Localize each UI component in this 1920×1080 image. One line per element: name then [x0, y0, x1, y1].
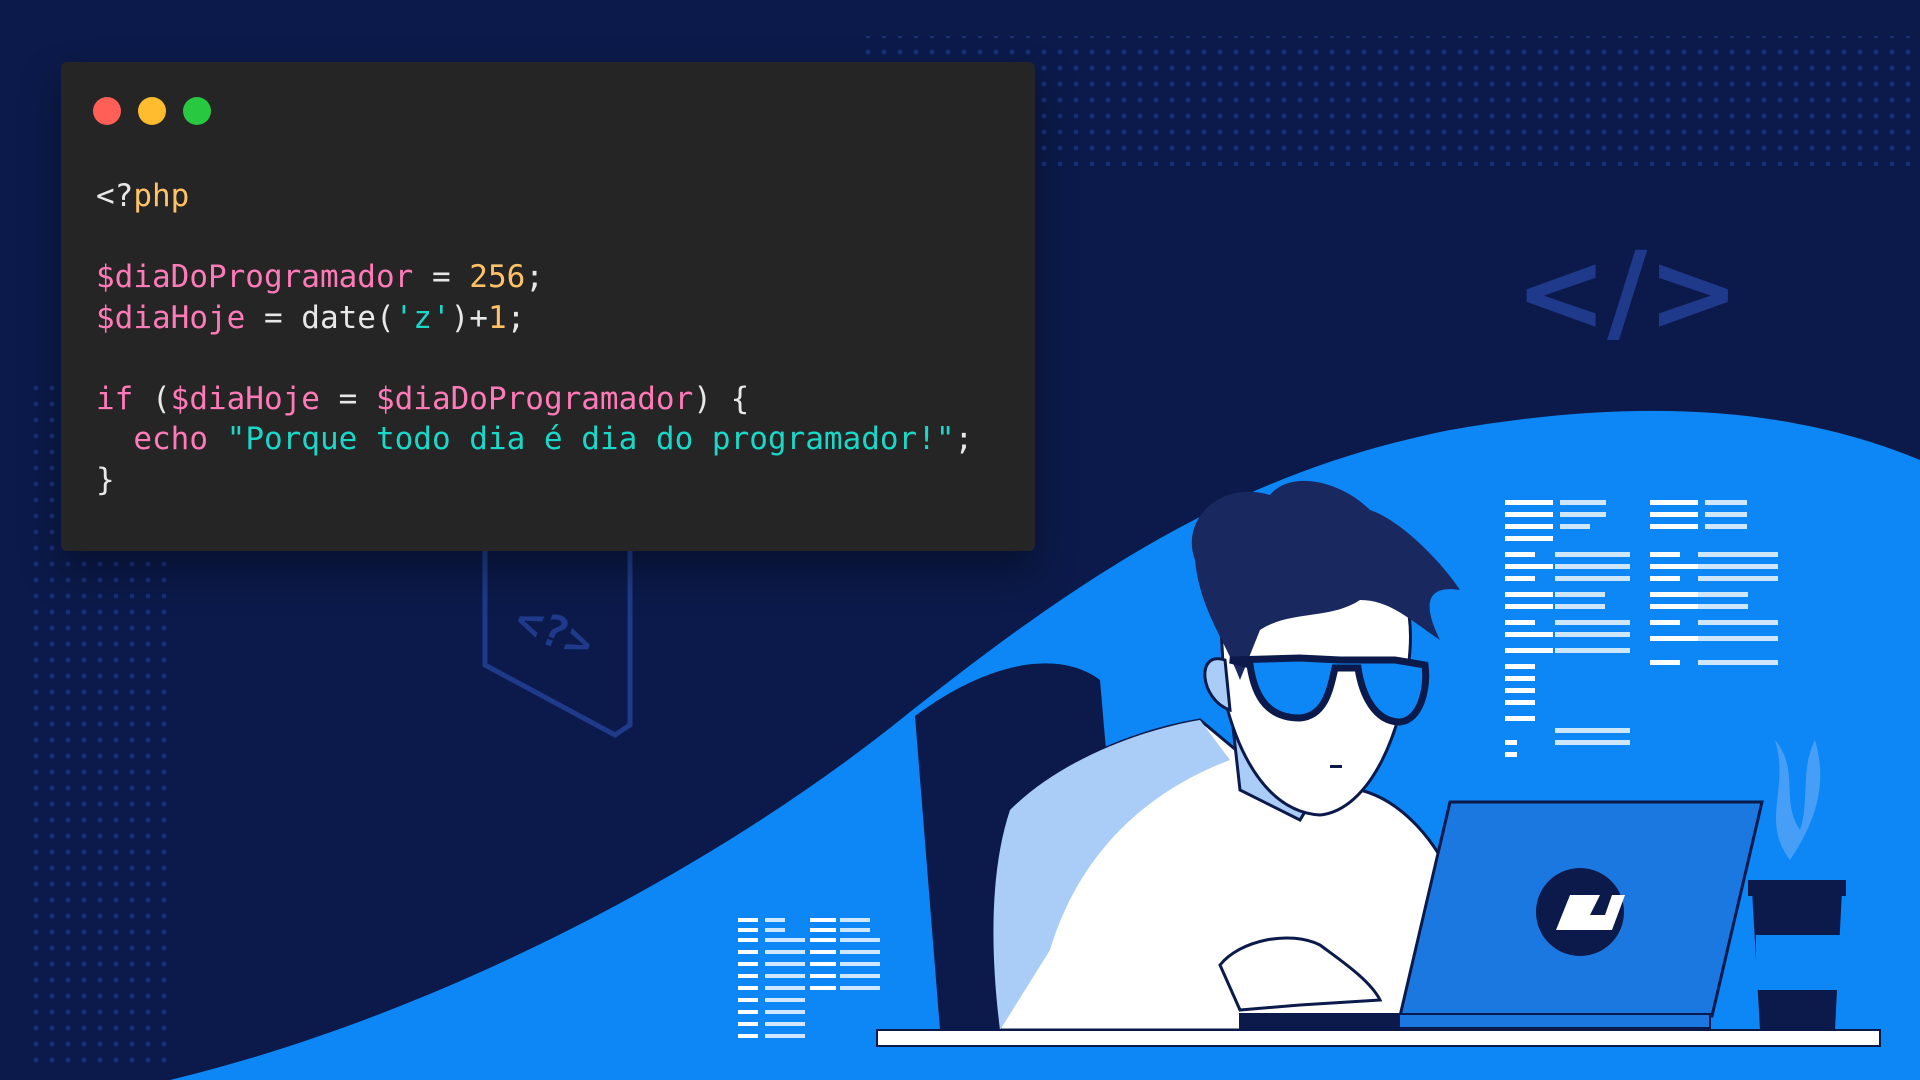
- minimize-dot-icon[interactable]: [138, 97, 166, 125]
- code-token: <?: [96, 178, 134, 214]
- code-token: ;: [506, 299, 526, 336]
- code-token: php: [133, 178, 190, 214]
- code-token: =: [413, 259, 470, 295]
- code-window: <?php $diaDoProgramador = 256; $diaHoje =…: [61, 62, 1035, 551]
- code-token: )+: [450, 299, 488, 336]
- code-token: echo: [133, 421, 208, 457]
- code-token: if: [96, 380, 134, 417]
- code-token: 256: [469, 259, 526, 295]
- code-line: }: [96, 460, 973, 501]
- dot-grid-left-upper: [30, 380, 60, 560]
- code-line: <?php: [96, 176, 973, 217]
- code-block: <?php $diaDoProgramador = 256; $diaHoje =…: [96, 176, 973, 500]
- code-line: $diaDoProgramador = 256;: [96, 257, 973, 298]
- dot-grid-left: [30, 550, 170, 1070]
- code-line: echo "Porque todo dia é dia do programad…: [96, 419, 973, 460]
- code-line: $diaHoje = date('z')+1;: [96, 298, 973, 339]
- code-brackets-icon: </>: [1515, 228, 1740, 356]
- desk: [876, 1029, 1881, 1047]
- code-token: $diaHoje: [96, 299, 246, 336]
- code-token: "Porque todo dia é dia do programador!": [226, 421, 955, 457]
- code-token: (: [133, 380, 171, 417]
- maximize-dot-icon[interactable]: [183, 97, 211, 125]
- code-token: ;: [954, 421, 974, 457]
- code-token: ;: [525, 259, 544, 295]
- code-token: ) {: [693, 380, 750, 417]
- code-token: }: [96, 461, 115, 498]
- code-line: if ($diaHoje = $diaDoProgramador) {: [96, 379, 973, 420]
- code-token: $diaDoProgramador: [96, 259, 414, 295]
- code-token: = date(: [245, 299, 395, 336]
- close-dot-icon[interactable]: [93, 97, 121, 125]
- code-token: =: [319, 380, 376, 417]
- code-token: $diaDoProgramador: [375, 380, 694, 417]
- code-token: $diaHoje: [170, 380, 320, 417]
- code-token: 1: [487, 299, 507, 336]
- code-token: 'z': [394, 299, 451, 336]
